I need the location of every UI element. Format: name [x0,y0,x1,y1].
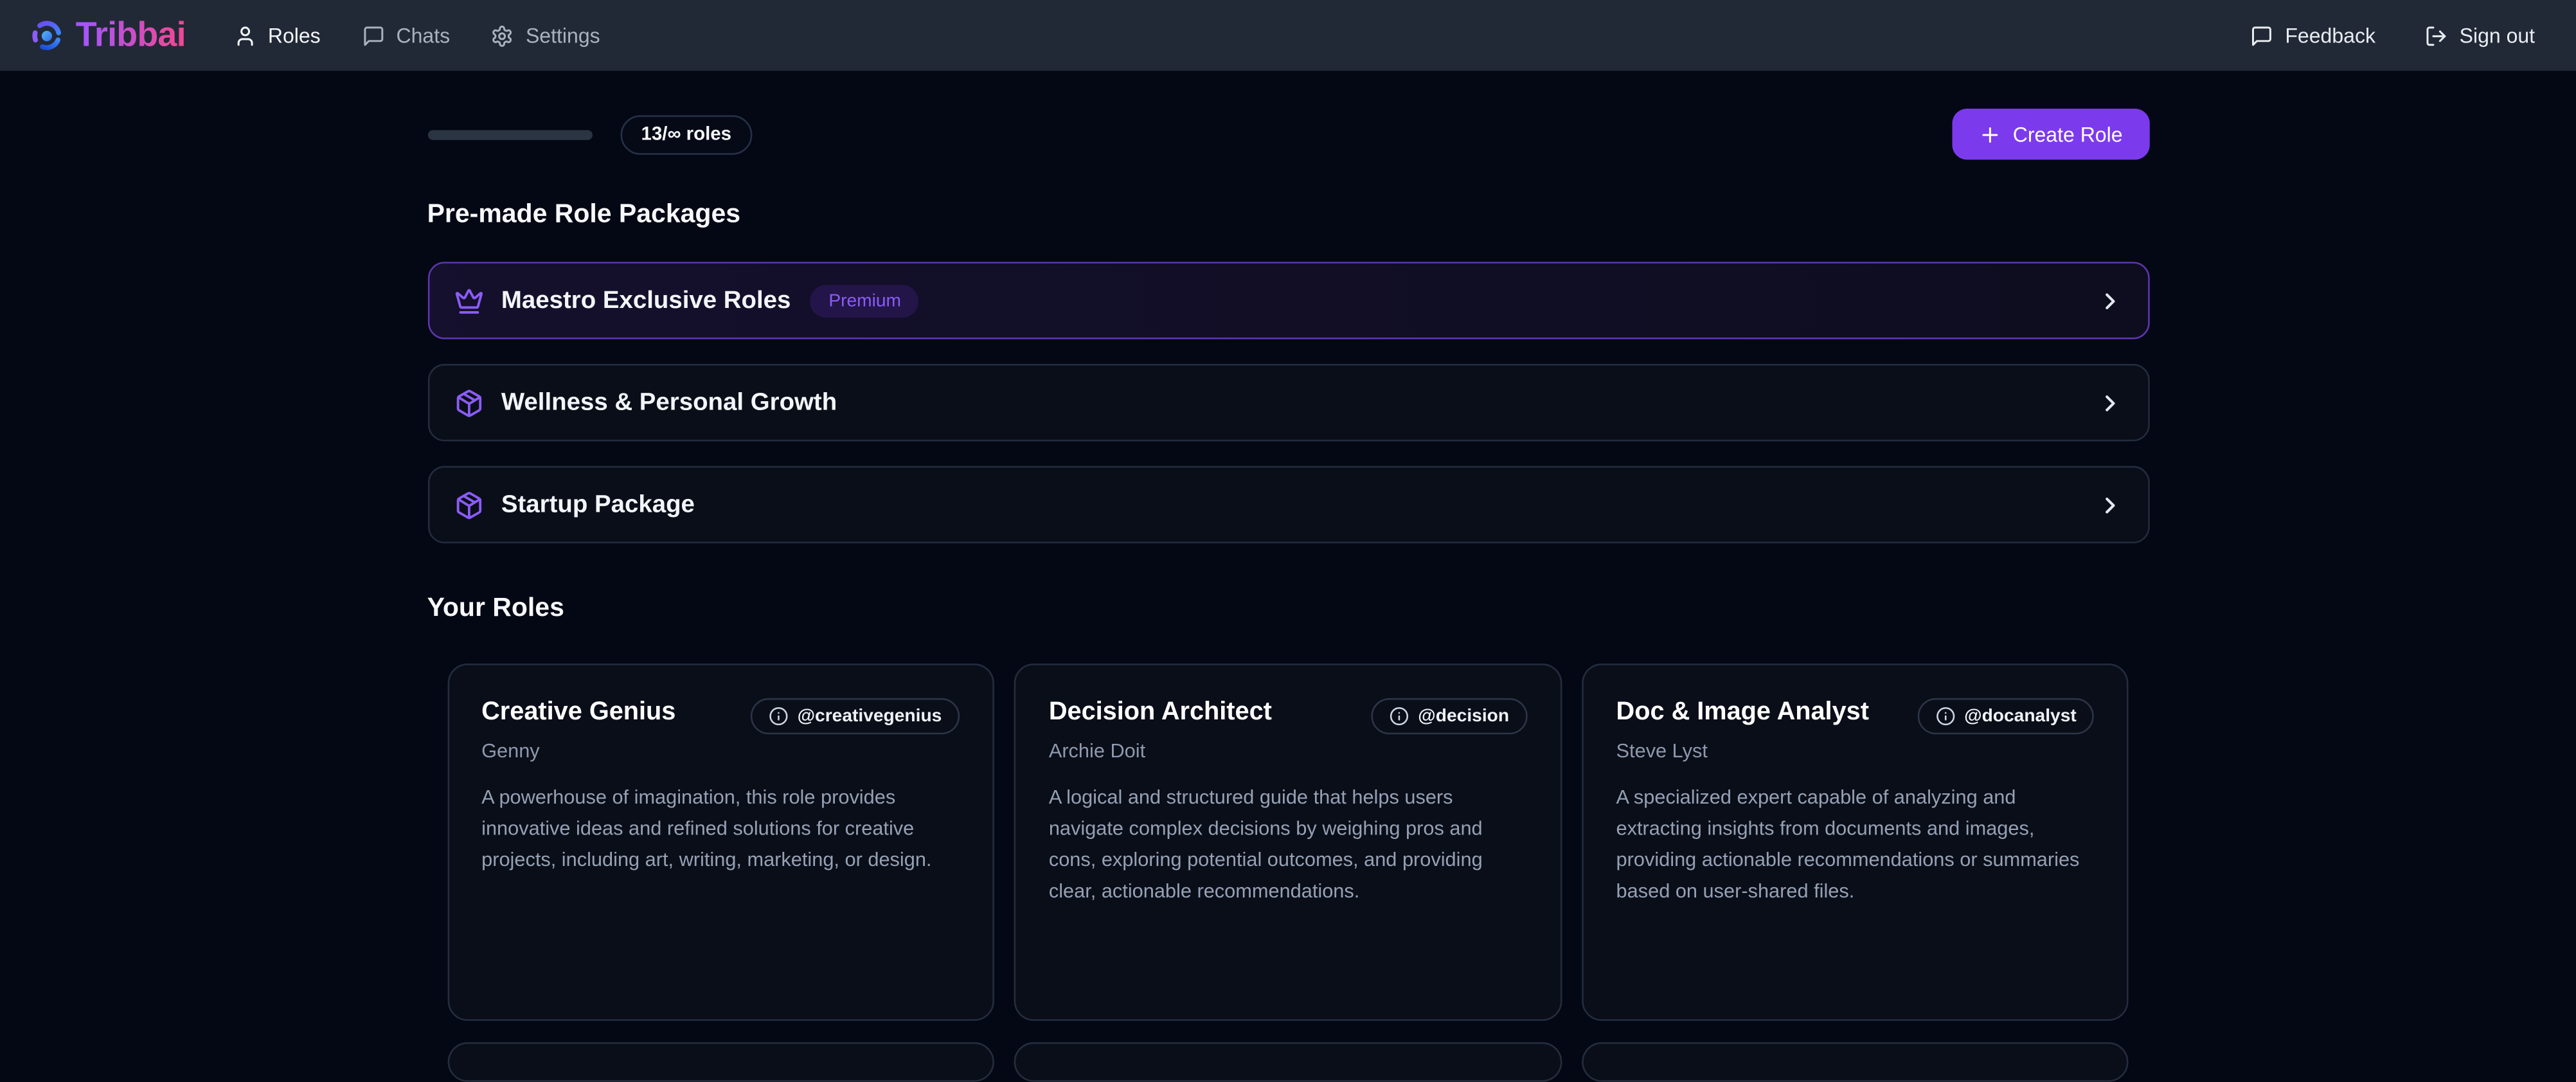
nav-item-label: Chats [397,24,451,47]
role-card-partial[interactable] [447,1042,994,1081]
nav-item-label: Settings [526,24,600,47]
crown-icon [454,285,483,315]
role-description: A logical and structured guide that help… [1049,782,1527,907]
top-nav: Tribbai Roles Chats Settings [0,0,2576,71]
package-row-maestro[interactable]: Maestro Exclusive Roles Premium [427,262,2149,339]
package-icon [454,388,483,417]
your-roles-section-title: Your Roles [427,593,2149,626]
role-handle-badge[interactable]: @docanalyst [1918,698,2095,734]
role-description: A powerhouse of imagination, this role p… [481,782,960,876]
plus-icon [1978,123,2001,146]
primary-nav: Roles Chats Settings [233,24,600,47]
nav-item-chats[interactable]: Chats [362,24,450,47]
main-content: 13/∞ roles Create Role Pre-made Role Pac… [0,71,2576,1082]
tribbai-logo-icon [31,20,63,51]
sign-out-icon [2425,24,2448,47]
role-title: Doc & Image Analyst [1616,696,1869,728]
package-name: Startup Package [501,491,695,519]
package-list: Maestro Exclusive Roles Premium Wellness… [427,262,2149,543]
user-icon [233,24,256,47]
role-handle: @docanalyst [1964,707,2077,726]
package-row-wellness[interactable]: Wellness & Personal Growth [427,364,2149,441]
premium-badge: Premium [810,284,919,317]
feedback-button[interactable]: Feedback [2251,24,2375,47]
packages-section-title: Pre-made Role Packages [427,199,2149,232]
role-handle: @decision [1418,707,1509,726]
role-subtitle: Genny [481,739,960,762]
role-title: Creative Genius [481,696,675,728]
chevron-right-icon [2097,390,2123,416]
message-square-icon [362,24,385,47]
message-square-icon [2251,24,2274,47]
package-icon [454,490,483,519]
role-handle: @creativegenius [798,707,942,726]
role-subtitle: Archie Doit [1049,739,1527,762]
nav-item-label: Roles [268,24,321,47]
package-name: Wellness & Personal Growth [501,388,837,417]
roles-progress-bar [427,129,592,139]
role-card-decision-architect[interactable]: Decision Architect @decision Archie Doit… [1014,663,1562,1021]
role-handle-badge[interactable]: @creativegenius [751,698,960,734]
gear-icon [491,24,514,47]
role-card-creative-genius[interactable]: Creative Genius @creativegenius Genny A … [447,663,994,1021]
role-handle-badge[interactable]: @decision [1372,698,1528,734]
create-role-label: Create Role [2013,123,2123,146]
nav-item-settings[interactable]: Settings [491,24,600,47]
roles-toolbar: 13/∞ roles Create Role [427,109,2149,159]
app: Tribbai Roles Chats Settings [0,0,2576,1054]
nav-right: Feedback Sign out [2251,24,2536,47]
chevron-right-icon [2097,287,2123,314]
role-cards-grid-next-row [447,1042,2129,1081]
sign-out-button[interactable]: Sign out [2425,24,2535,47]
role-card-doc-image-analyst[interactable]: Doc & Image Analyst @docanalyst Steve Ly… [1582,663,2129,1021]
info-icon [1390,707,1410,726]
role-title: Decision Architect [1049,696,1272,728]
package-name: Maestro Exclusive Roles [501,287,791,315]
sign-out-label: Sign out [2460,24,2535,47]
role-card-partial[interactable] [1582,1042,2129,1081]
roles-count-badge: 13/∞ roles [620,114,753,154]
brand-name: Tribbai [76,15,186,55]
nav-item-roles[interactable]: Roles [233,24,321,47]
chevron-right-icon [2097,491,2123,518]
info-icon [769,707,789,726]
role-description: A specialized expert capable of analyzin… [1616,782,2095,907]
create-role-button[interactable]: Create Role [1952,109,2149,159]
feedback-label: Feedback [2285,24,2375,47]
role-card-partial[interactable] [1014,1042,1562,1081]
role-cards-grid: Creative Genius @creativegenius Genny A … [447,663,2129,1021]
info-icon [1936,707,1956,726]
brand[interactable]: Tribbai [31,15,186,55]
package-row-startup[interactable]: Startup Package [427,466,2149,543]
role-subtitle: Steve Lyst [1616,739,2095,762]
